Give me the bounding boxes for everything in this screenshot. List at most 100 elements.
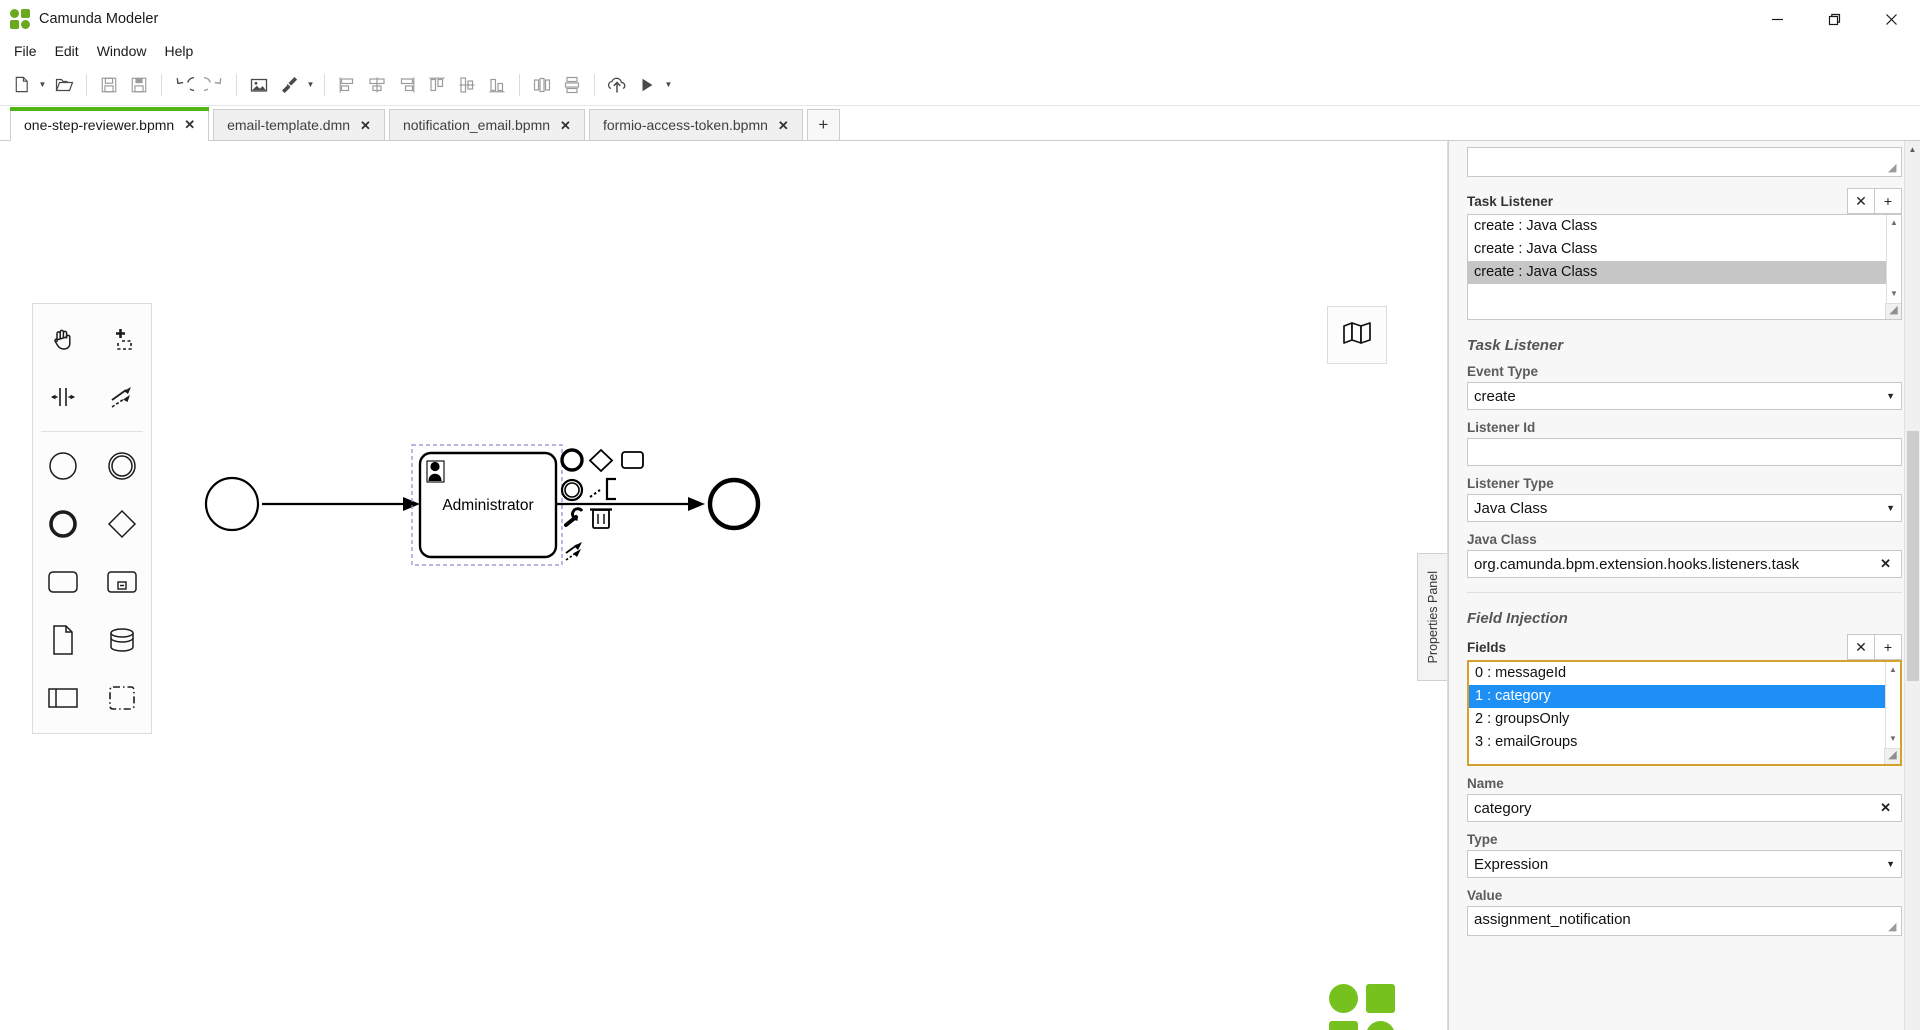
tab-one-step-reviewer[interactable]: one-step-reviewer.bpmn ✕ (10, 107, 210, 141)
main-area: Administrator Properties Panel ◢ Task Li… (0, 141, 1920, 1030)
resize-grip-icon[interactable]: ◢ (1885, 303, 1901, 319)
field-name-input[interactable]: category ✕ (1467, 794, 1902, 822)
close-icon[interactable]: ✕ (184, 118, 195, 131)
scroll-down-icon[interactable]: ▼ (1887, 286, 1901, 301)
wrench-icon (564, 507, 584, 527)
distribute-vertical-button[interactable] (557, 70, 587, 100)
event-type-select[interactable]: create ▼ (1467, 382, 1902, 410)
participant-pool-icon[interactable] (33, 669, 92, 727)
append-text-annotation (605, 477, 616, 501)
field-injection-section-title: Field Injection (1467, 610, 1568, 627)
clipped-textarea-field[interactable]: ◢ (1467, 147, 1902, 177)
bpmn-canvas[interactable]: Administrator Properties Panel (0, 141, 1448, 1030)
close-icon[interactable]: ✕ (560, 119, 571, 132)
menu-window[interactable]: Window (88, 40, 156, 62)
run-button[interactable] (632, 70, 662, 100)
run-caret-icon[interactable]: ▼ (662, 70, 675, 100)
properties-panel: ◢ Task Listener ✕ + create : Java Class … (1448, 141, 1920, 1030)
tab-label: email-template.dmn (227, 117, 351, 133)
start-event (204, 476, 260, 532)
field-name-label: Name (1467, 776, 1504, 791)
listener-type-value: Java Class (1474, 499, 1548, 517)
undo-button[interactable] (169, 70, 199, 100)
fields-label: Fields (1467, 639, 1507, 655)
properties-panel-tab-label: Properties Panel (1425, 570, 1440, 664)
clear-icon[interactable]: ✕ (1876, 556, 1895, 572)
list-item[interactable]: 1 : category (1469, 685, 1900, 708)
remove-field-button[interactable]: ✕ (1847, 634, 1875, 660)
tab-email-template[interactable]: email-template.dmn ✕ (213, 109, 385, 140)
group-dashed-icon[interactable] (92, 669, 151, 727)
scroll-down-icon[interactable]: ▼ (1886, 731, 1900, 746)
task-listener-listbox[interactable]: create : Java Class create : Java Class … (1467, 214, 1902, 320)
align-bottom-button[interactable] (482, 70, 512, 100)
bpmn-diagram[interactable]: Administrator (0, 141, 900, 661)
list-item[interactable]: create : Java Class (1468, 261, 1901, 284)
tab-notification-email[interactable]: notification_email.bpmn ✕ (388, 109, 585, 140)
export-image-button[interactable] (244, 70, 274, 100)
align-right-button[interactable] (392, 70, 422, 100)
properties-panel-toggle[interactable]: Properties Panel (1417, 553, 1447, 681)
listener-type-select[interactable]: Java Class ▼ (1467, 494, 1902, 522)
menu-file[interactable]: File (5, 40, 46, 62)
menu-edit[interactable]: Edit (46, 40, 88, 62)
listener-id-label: Listener Id (1467, 420, 1536, 435)
properties-panel-scrollbar[interactable]: ▲ (1904, 141, 1920, 1030)
save-as-button[interactable] (124, 70, 154, 100)
open-file-button[interactable] (49, 70, 79, 100)
scroll-up-icon[interactable]: ▲ (1887, 215, 1901, 230)
distribute-horizontal-button[interactable] (527, 70, 557, 100)
field-value-textarea[interactable]: assignment_notification ◢ (1467, 906, 1902, 936)
color-picker-caret-icon[interactable]: ▼ (304, 70, 317, 100)
scrollbar-thumb[interactable] (1907, 431, 1919, 681)
add-task-listener-button[interactable]: + (1874, 188, 1902, 214)
minimap-toggle-button[interactable] (1327, 306, 1387, 364)
toolbar: ▼ ▼ ▼ (0, 64, 1920, 106)
remove-task-listener-button[interactable]: ✕ (1847, 188, 1875, 214)
color-picker-button[interactable] (274, 70, 304, 100)
section-divider (1467, 592, 1902, 593)
align-left-button[interactable] (332, 70, 362, 100)
save-button[interactable] (94, 70, 124, 100)
close-icon[interactable]: ✕ (778, 119, 789, 132)
list-item[interactable]: create : Java Class (1468, 238, 1901, 261)
fields-listbox[interactable]: 0 : messageId 1 : category 2 : groupsOnl… (1467, 660, 1902, 766)
close-icon[interactable] (1863, 0, 1920, 38)
resize-grip-icon[interactable]: ◢ (1888, 163, 1900, 175)
tab-formio-access-token[interactable]: formio-access-token.bpmn ✕ (588, 109, 803, 140)
new-file-button[interactable] (6, 70, 36, 100)
list-item[interactable]: 3 : emailGroups (1469, 731, 1900, 754)
maximize-icon[interactable] (1806, 0, 1863, 38)
align-middle-button[interactable] (452, 70, 482, 100)
redo-button[interactable] (199, 70, 229, 100)
task-listener-section-title: Task Listener (1467, 337, 1564, 354)
align-top-button[interactable] (422, 70, 452, 100)
append-gateway (588, 448, 614, 473)
align-center-button[interactable] (362, 70, 392, 100)
event-type-value: create (1474, 387, 1516, 405)
close-icon[interactable]: ✕ (360, 119, 371, 132)
listener-id-input[interactable] (1467, 438, 1902, 466)
field-name-value: category (1474, 799, 1532, 817)
new-file-caret-icon[interactable]: ▼ (36, 70, 49, 100)
toolbar-divider (236, 73, 237, 96)
java-class-input[interactable]: org.camunda.bpm.extension.hooks.listener… (1467, 550, 1902, 578)
scroll-up-icon[interactable]: ▲ (1905, 141, 1920, 157)
plus-icon[interactable]: + (806, 109, 840, 140)
properties-panel-scroll: ◢ Task Listener ✕ + create : Java Class … (1449, 141, 1920, 1030)
list-item[interactable]: 2 : groupsOnly (1469, 708, 1900, 731)
list-item[interactable]: 0 : messageId (1469, 662, 1900, 685)
toolbar-divider (519, 73, 520, 96)
listener-type-label: Listener Type (1467, 476, 1554, 491)
clear-icon[interactable]: ✕ (1876, 800, 1895, 816)
deploy-button[interactable] (602, 70, 632, 100)
add-field-button[interactable]: + (1874, 634, 1902, 660)
list-item[interactable]: create : Java Class (1468, 215, 1901, 238)
minimize-icon[interactable] (1749, 0, 1806, 38)
resize-grip-icon[interactable]: ◢ (1888, 922, 1900, 934)
field-type-select[interactable]: Expression ▼ (1467, 850, 1902, 878)
resize-grip-icon[interactable]: ◢ (1884, 748, 1900, 764)
scroll-up-icon[interactable]: ▲ (1886, 662, 1900, 677)
map-fold-icon (1342, 321, 1372, 350)
menu-help[interactable]: Help (155, 40, 202, 62)
